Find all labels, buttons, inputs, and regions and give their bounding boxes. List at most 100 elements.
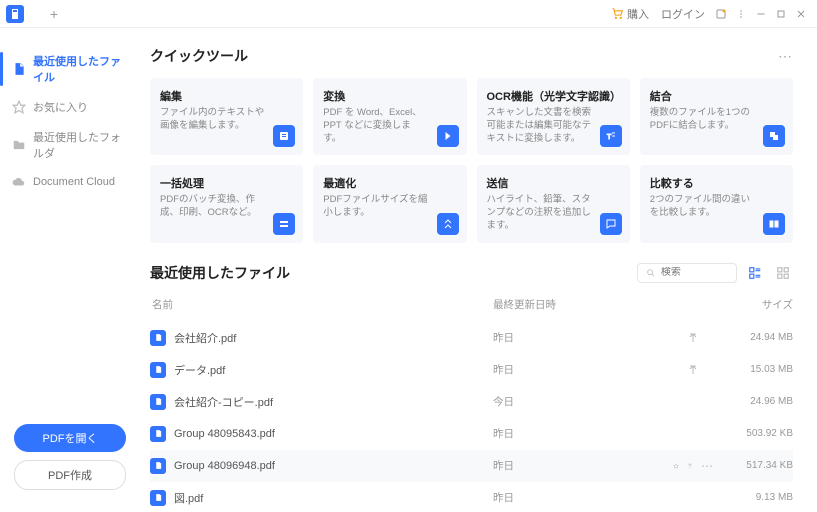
- quicktools-more-icon[interactable]: ⋯: [778, 48, 793, 65]
- pin-icon: [687, 364, 699, 376]
- tool-card[interactable]: 結合 複数のファイルを1つのPDFに結合します。: [640, 78, 793, 155]
- tool-card-icon: [763, 213, 785, 235]
- tool-card[interactable]: 送信 ハイライト、鉛筆、スタンプなどの注釈を追加します。: [477, 165, 630, 242]
- pdf-file-icon: [150, 330, 166, 346]
- quicktools-grid: 編集 ファイル内のテキストや画像を編集します。 変換 PDF を Word、Ex…: [150, 78, 793, 243]
- tool-card[interactable]: OCR機能（光学文字認識） スキャンした文書を検索可能または編集可能なテキストに…: [477, 78, 630, 155]
- more-icon[interactable]: [731, 4, 751, 24]
- pin-icon: [687, 460, 693, 472]
- file-name-label: 会社紹介-コピー.pdf: [174, 394, 273, 410]
- recent-files-title: 最近使用したファイル: [150, 263, 629, 283]
- file-row[interactable]: 会社紹介.pdf 昨日 24.94 MB: [150, 322, 793, 354]
- file-date: 今日: [493, 394, 673, 409]
- close-icon[interactable]: [791, 4, 811, 24]
- titlebar: + 購入 ログイン: [0, 0, 817, 28]
- sidebar-item-recent-folders[interactable]: 最近使用したフォルダ: [0, 122, 140, 168]
- tool-card-title: 比較する: [650, 175, 783, 191]
- file-row[interactable]: データ.pdf 昨日 15.03 MB: [150, 354, 793, 386]
- create-pdf-button[interactable]: PDF作成: [14, 460, 126, 490]
- file-size: 24.94 MB: [713, 332, 793, 343]
- sidebar-item-favorites[interactable]: お気に入り: [0, 92, 140, 122]
- tool-card-title: 変換: [323, 88, 456, 104]
- sidebar-item-recent-files[interactable]: 最近使用したファイル: [0, 46, 140, 92]
- svg-text:T: T: [607, 134, 612, 141]
- col-date-header: 最終更新日時: [493, 297, 673, 312]
- file-date: 昨日: [493, 426, 673, 441]
- sidebar-item-document-cloud[interactable]: Document Cloud: [0, 168, 140, 196]
- file-icon: [12, 62, 26, 76]
- file-size: 503.92 KB: [713, 428, 793, 439]
- file-name-label: データ.pdf: [174, 362, 225, 378]
- tool-card-title: 結合: [650, 88, 783, 104]
- new-tab-button[interactable]: +: [44, 4, 64, 24]
- buy-link[interactable]: 購入: [611, 6, 649, 22]
- file-size: 15.03 MB: [713, 364, 793, 375]
- file-row[interactable]: 会社紹介-コピー.pdf 今日 24.96 MB: [150, 386, 793, 418]
- view-grid-icon[interactable]: [773, 263, 793, 283]
- app-logo: [6, 5, 24, 23]
- search-input[interactable]: [661, 267, 728, 278]
- tool-card-title: 最適化: [323, 175, 456, 191]
- search-box[interactable]: [637, 263, 737, 283]
- cloud-icon: [12, 175, 26, 189]
- pdf-file-icon: [150, 458, 166, 474]
- star-icon: [12, 100, 26, 114]
- search-icon: [646, 267, 656, 279]
- file-size: 517.34 KB: [713, 460, 793, 471]
- file-pin: [673, 332, 713, 344]
- tool-card-icon: [437, 213, 459, 235]
- col-name-header: 名前: [150, 297, 493, 312]
- tool-card-icon: [437, 125, 459, 147]
- col-size-header: サイズ: [713, 297, 793, 312]
- minimize-icon[interactable]: [751, 4, 771, 24]
- tool-card[interactable]: 変換 PDF を Word、Excel、PPT などに変換します。: [313, 78, 466, 155]
- file-date: 昨日: [493, 330, 673, 345]
- tool-card-title: 一括処理: [160, 175, 293, 191]
- open-pdf-button[interactable]: PDFを開く: [14, 424, 126, 452]
- sidebar-item-label: Document Cloud: [33, 176, 115, 188]
- pin-icon: [687, 332, 699, 344]
- tool-card-title: 送信: [487, 175, 620, 191]
- file-row[interactable]: Group 48096948.pdf 昨日 ⋯ 517.34 KB: [150, 450, 793, 482]
- tool-card-icon: T: [600, 125, 622, 147]
- file-row[interactable]: 図.pdf 昨日 9.13 MB: [150, 482, 793, 512]
- tool-card[interactable]: 編集 ファイル内のテキストや画像を編集します。: [150, 78, 303, 155]
- sidebar-item-label: お気に入り: [33, 99, 88, 115]
- file-row[interactable]: Group 48095843.pdf 昨日 503.92 KB: [150, 418, 793, 450]
- sidebar-item-label: 最近使用したフォルダ: [33, 129, 128, 161]
- star-icon[interactable]: [673, 460, 679, 472]
- tool-card-title: OCR機能（光学文字認識）: [487, 88, 620, 104]
- file-name-label: Group 48095843.pdf: [174, 428, 275, 440]
- view-list-icon[interactable]: [745, 263, 765, 283]
- tool-card-icon: [273, 213, 295, 235]
- maximize-icon[interactable]: [771, 4, 791, 24]
- file-date: 昨日: [493, 362, 673, 377]
- login-link[interactable]: ログイン: [661, 6, 705, 22]
- file-list-header: 名前 最終更新日時 サイズ: [150, 293, 793, 322]
- file-date: 昨日: [493, 490, 673, 505]
- tool-card[interactable]: 比較する 2つのファイル間の違いを比較します。: [640, 165, 793, 242]
- row-more-icon[interactable]: ⋯: [701, 459, 713, 473]
- file-name-label: Group 48096948.pdf: [174, 460, 275, 472]
- file-list: 会社紹介.pdf 昨日 24.94 MB データ.pdf 昨日 15.03 MB…: [150, 322, 793, 512]
- content-area: クイックツール ⋯ 編集 ファイル内のテキストや画像を編集します。 変換 PDF…: [140, 28, 817, 512]
- pdf-file-icon: [150, 490, 166, 506]
- sidebar: 最近使用したファイル お気に入り 最近使用したフォルダ Document Clo…: [0, 28, 140, 512]
- tool-card-title: 編集: [160, 88, 293, 104]
- file-name-label: 会社紹介.pdf: [174, 330, 236, 346]
- tool-card[interactable]: 一括処理 PDFのバッチ変換、作成、印刷、OCRなど。: [150, 165, 303, 242]
- pdf-file-icon: [150, 394, 166, 410]
- file-name-label: 図.pdf: [174, 490, 203, 506]
- file-pin: [673, 364, 713, 376]
- sidebar-item-label: 最近使用したファイル: [33, 53, 128, 85]
- pdf-file-icon: [150, 426, 166, 442]
- tool-card[interactable]: 最適化 PDFファイルサイズを縮小します。: [313, 165, 466, 242]
- pdf-file-icon: [150, 362, 166, 378]
- file-size: 24.96 MB: [713, 396, 793, 407]
- tool-card-icon: [763, 125, 785, 147]
- quicktools-title: クイックツール: [150, 46, 778, 66]
- notification-icon[interactable]: [711, 4, 731, 24]
- folder-icon: [12, 138, 26, 152]
- tool-card-icon: [600, 213, 622, 235]
- file-date: 昨日: [493, 458, 673, 473]
